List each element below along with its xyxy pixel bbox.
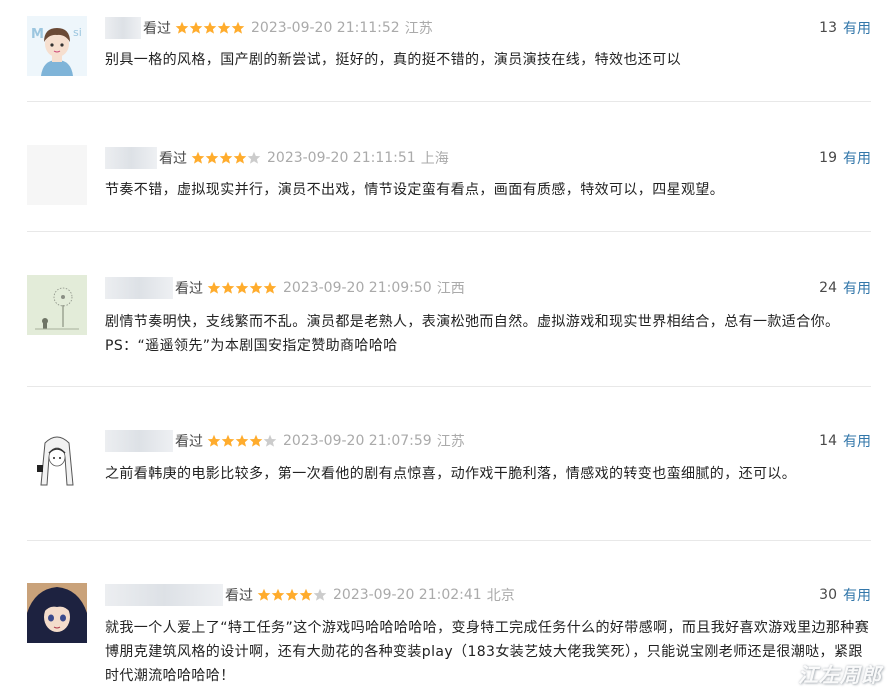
divider [27,101,871,102]
review-time: 2023-09-20 21:02:41 [333,587,482,603]
vote-area: 13 有用 [819,17,871,39]
star-filled-icon [257,588,271,601]
review-meta: 看过 2023-09-20 21:11:51 上海 [105,147,449,169]
star-filled-icon [203,21,217,34]
star-filled-icon [205,151,219,164]
watermark-text: 江左周郎 [798,663,882,687]
star-filled-icon [249,281,263,294]
avatar-icon-girl-sketch[interactable] [27,429,87,489]
review-time: 2023-09-20 21:11:52 [251,20,400,36]
watched-label: 看过 [225,588,253,604]
review-location: 江苏 [436,434,465,450]
divider [27,386,871,387]
avatar-icon-anime-girl[interactable] [27,583,87,643]
useful-button[interactable]: 有用 [843,18,871,38]
review-location: 上海 [420,151,449,167]
star-filled-icon [231,21,245,34]
divider [27,231,871,232]
review-content: 节奏不错，虚拟现实并行，演员不出戏，情节设定蛮有看点，画面有质感，特效可以，四星… [105,182,725,198]
star-filled-icon [207,434,221,447]
rating-stars [175,21,245,35]
avatar-icon-dandelion[interactable] [27,275,87,335]
review-time: 2023-09-20 21:11:51 [267,150,416,166]
vote-area: 30 有用 [819,584,871,606]
watched-label: 看过 [175,434,203,450]
vote-count: 24 [819,280,837,296]
star-filled-icon [299,588,313,601]
star-empty-icon [247,151,261,164]
star-filled-icon [217,21,231,34]
star-filled-icon [233,151,247,164]
vote-area: 14 有用 [819,430,871,452]
vote-area: 19 有用 [819,147,871,169]
review-meta: 看过 2023-09-20 21:07:59 江苏 [105,430,465,452]
svg-text:si: si [73,26,82,39]
useful-button[interactable]: 有用 [843,278,871,298]
rating-stars [207,281,277,295]
useful-button[interactable]: 有用 [843,148,871,168]
star-filled-icon [249,434,263,447]
review-content: 别具一格的风格，国产剧的新尝试，挺好的，真的挺不错的，演员演技在线，特效也还可以 [105,52,681,68]
review-meta: 看过 2023-09-20 21:11:52 江苏 [105,17,433,39]
star-empty-icon [313,588,327,601]
review-content: 剧情节奏明快，支线繁而不乱。演员都是老熟人，表演松弛而自然。虚拟游戏和现实世界相… [105,314,840,354]
star-filled-icon [271,588,285,601]
star-empty-icon [263,434,277,447]
star-filled-icon [189,21,203,34]
watched-label: 看过 [175,281,203,297]
star-filled-icon [207,281,221,294]
vote-count: 13 [819,20,837,36]
star-filled-icon [285,588,299,601]
vote-count: 14 [819,433,837,449]
username-blurred[interactable] [105,17,141,39]
username-blurred[interactable] [105,430,173,452]
rating-stars [191,151,261,165]
avatar-icon-blank[interactable] [27,145,87,205]
review-location: 北京 [486,588,515,604]
svg-text:M: M [31,27,44,42]
review-meta: 看过 2023-09-20 21:09:50 江西 [105,277,465,299]
review-location: 江苏 [404,21,433,37]
star-filled-icon [175,21,189,34]
star-filled-icon [221,281,235,294]
star-filled-icon [191,151,205,164]
star-filled-icon [221,434,235,447]
vote-count: 30 [819,587,837,603]
review-meta: 看过 2023-09-20 21:02:41 北京 [105,584,515,606]
watched-label: 看过 [159,151,187,167]
review-content: 之前看韩庚的电影比较多，第一次看他的剧有点惊喜，动作戏干脆利落，情感戏的转变也蛮… [105,466,797,482]
useful-button[interactable]: 有用 [843,431,871,451]
review-location: 江西 [436,281,465,297]
star-filled-icon [235,434,249,447]
rating-stars [257,588,327,602]
star-filled-icon [235,281,249,294]
username-blurred[interactable] [105,584,223,606]
useful-button[interactable]: 有用 [843,585,871,605]
avatar-icon-boy[interactable]: M si [27,16,87,76]
review-time: 2023-09-20 21:07:59 [283,433,432,449]
review-time: 2023-09-20 21:09:50 [283,280,432,296]
username-blurred[interactable] [105,277,173,299]
divider [27,540,871,541]
review-content: 就我一个人爱上了“特工任务”这个游戏吗哈哈哈哈哈，变身特工完成任务什么的好带感啊… [105,620,870,684]
star-filled-icon [263,281,277,294]
rating-stars [207,434,277,448]
star-filled-icon [219,151,233,164]
vote-count: 19 [819,150,837,166]
watched-label: 看过 [143,21,171,37]
vote-area: 24 有用 [819,277,871,299]
username-blurred[interactable] [105,147,157,169]
